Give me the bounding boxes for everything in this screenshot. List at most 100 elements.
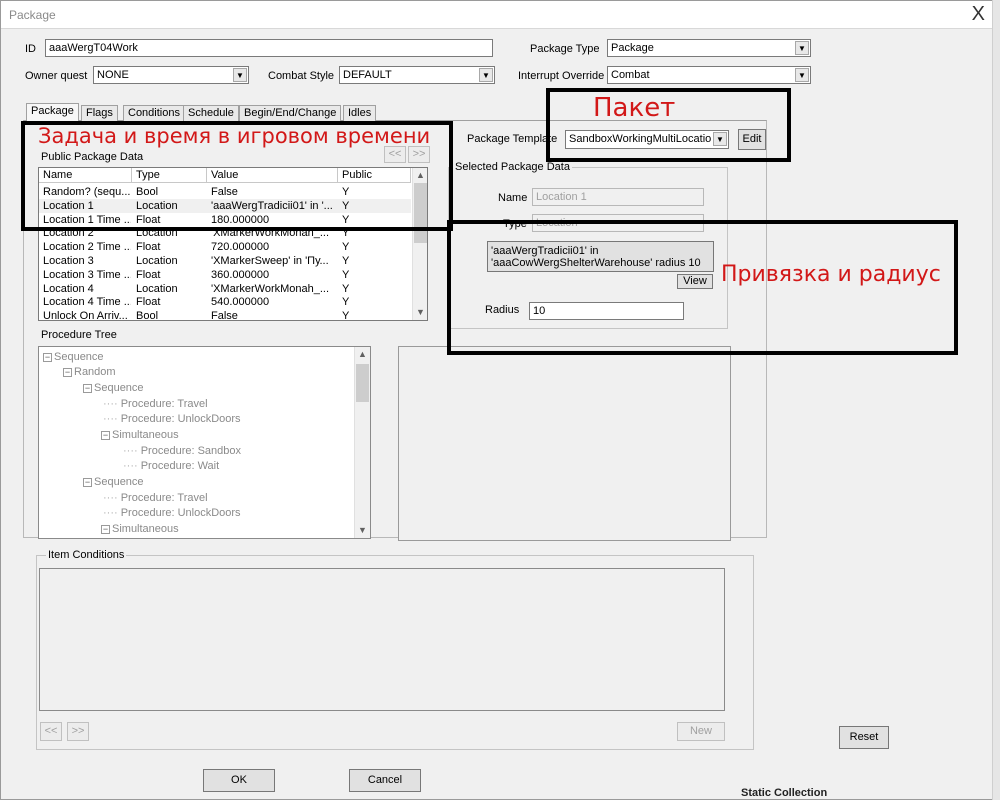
item-conditions-title: Item Conditions: [46, 549, 127, 561]
table-cell: Location: [136, 282, 178, 295]
table-row[interactable]: Location 3 Location 'XMarkerSweep' in 'Пу.…: [39, 254, 411, 268]
table-cell: 'XMarkerSweep' in 'Пу...: [211, 255, 329, 267]
interrupt-override-label: Interrupt Override: [518, 70, 605, 82]
scroll-down-icon[interactable]: ▼: [413, 305, 427, 319]
name-field[interactable]: Location 1: [532, 188, 704, 206]
title-bar: Package X: [1, 1, 997, 29]
collapse-icon[interactable]: −: [83, 383, 92, 393]
chevron-down-icon[interactable]: ▼: [233, 68, 247, 82]
table-cell: 540.000000: [211, 296, 270, 309]
table-cell: Location: [136, 255, 178, 267]
collapse-icon[interactable]: −: [43, 352, 52, 362]
combat-style-select[interactable]: DEFAULT ▼: [339, 66, 495, 84]
table-cell: 360.000000: [211, 268, 270, 281]
tab-idles[interactable]: Idles: [343, 105, 377, 121]
interrupt-override-value: Combat: [611, 69, 650, 81]
tree-node[interactable]: − Sequence: [83, 381, 144, 395]
table-cell: False: [211, 310, 238, 321]
chevron-down-icon[interactable]: ▼: [795, 41, 809, 55]
combat-style-value: DEFAULT: [343, 69, 392, 81]
table-cell: Y: [342, 296, 350, 309]
package-type-value: Package: [611, 42, 654, 54]
item-conditions-list[interactable]: [39, 568, 725, 711]
annotation-task-time: Задача и время в игровом времени: [38, 124, 431, 148]
tab-schedule[interactable]: Schedule: [183, 105, 239, 121]
selected-data-title: Selected Package Data: [453, 161, 572, 173]
table-cell: Float: [136, 268, 161, 281]
tree-node[interactable]: − Simultaneous: [101, 522, 179, 536]
scroll-down-icon[interactable]: ▼: [355, 523, 370, 537]
table-cell: Y: [342, 282, 350, 295]
annotation-package: Пакет: [593, 93, 676, 123]
tab-package[interactable]: Package: [26, 103, 79, 122]
table-cell: Bool: [136, 310, 159, 321]
new-condition-button[interactable]: New: [677, 722, 725, 741]
window-title: Package: [9, 8, 56, 22]
owner-quest-value: NONE: [97, 69, 129, 81]
package-dialog: Package X ID aaaWergT04Work Package Type…: [0, 0, 998, 800]
tab-flags[interactable]: Flags: [81, 105, 118, 121]
procedure-detail-panel: [398, 346, 731, 541]
collapse-icon[interactable]: −: [101, 430, 110, 440]
tree-node[interactable]: ···· Procedure: Sandbox: [123, 444, 241, 458]
table-cell: Location 3: [43, 255, 94, 267]
chevron-down-icon[interactable]: ▼: [795, 68, 809, 82]
table-cell: Unlock On Arriv...: [43, 310, 128, 321]
table-cell: Location 4: [43, 282, 94, 295]
table-row[interactable]: Location 2 Time ... Float 720.000000 Y: [39, 240, 411, 254]
scroll-thumb[interactable]: [356, 364, 369, 402]
package-template-label: Package Template: [467, 133, 558, 145]
package-type-label: Package Type: [530, 43, 600, 55]
table-row[interactable]: Location 3 Time ... Float 360.000000 Y: [39, 268, 411, 282]
close-button[interactable]: X: [972, 3, 985, 25]
package-type-select[interactable]: Package ▼: [607, 39, 811, 57]
table-cell: Y: [342, 241, 350, 254]
id-field[interactable]: aaaWergT04Work: [45, 39, 493, 57]
tree-node[interactable]: ···· Procedure: UnlockDoors: [103, 506, 241, 520]
table-cell: Location 2 Time ...: [43, 241, 131, 254]
table-row[interactable]: Location 4 Location 'XMarkerWorkMonah_... Y: [39, 282, 411, 296]
procedure-tree-title: Procedure Tree: [41, 329, 117, 341]
procedure-tree[interactable]: − Sequence − Random − Sequence ···· Procedu…: [38, 346, 371, 539]
background-window-text: Static Collection: [741, 787, 828, 799]
tab-begin-end-change[interactable]: Begin/End/Change: [239, 105, 342, 121]
table-row[interactable]: Unlock On Arriv... Bool False Y: [39, 309, 411, 321]
id-label: ID: [25, 43, 36, 55]
interrupt-override-select[interactable]: Combat ▼: [607, 66, 811, 84]
table-cell: Y: [342, 268, 350, 281]
table-cell: Y: [342, 255, 350, 267]
tree-node[interactable]: ···· Procedure: Travel: [103, 491, 208, 505]
annotation-binding-radius: Привязка и радиус: [721, 262, 941, 287]
table-cell: Float: [136, 241, 161, 254]
collapse-icon[interactable]: −: [63, 367, 72, 377]
collapse-icon[interactable]: −: [83, 477, 92, 487]
ok-button[interactable]: OK: [203, 769, 275, 792]
name-label: Name: [498, 192, 528, 204]
tree-node[interactable]: − Sequence: [83, 475, 144, 489]
item-prev-button[interactable]: <<: [40, 722, 62, 741]
table-cell: Float: [136, 296, 161, 309]
tab-conditions[interactable]: Conditions: [123, 105, 185, 121]
tree-scrollbar[interactable]: ▲ ▼: [354, 347, 370, 538]
scroll-up-icon[interactable]: ▲: [355, 347, 370, 361]
cancel-button[interactable]: Cancel: [349, 769, 421, 792]
owner-quest-label: Owner quest: [25, 70, 88, 82]
table-cell: Location 4 Time ...: [43, 296, 131, 309]
chevron-down-icon[interactable]: ▼: [479, 68, 493, 82]
table-cell: Location 3 Time ...: [43, 268, 131, 281]
table-row[interactable]: Location 4 Time ... Float 540.000000 Y: [39, 295, 411, 309]
table-cell: Y: [342, 310, 350, 321]
table-cell: 720.000000: [211, 241, 270, 254]
tree-node[interactable]: − Sequence: [43, 350, 104, 364]
background-window-edge: [992, 0, 1000, 800]
tree-node[interactable]: − Random: [63, 365, 116, 379]
owner-quest-select[interactable]: NONE ▼: [93, 66, 249, 84]
reset-button[interactable]: Reset: [839, 726, 889, 749]
item-next-button[interactable]: >>: [67, 722, 89, 741]
tree-node[interactable]: − Simultaneous: [101, 428, 179, 442]
tree-node[interactable]: ···· Procedure: Travel: [103, 397, 208, 411]
tree-node[interactable]: ···· Procedure: Wait: [123, 459, 219, 473]
tree-node[interactable]: ···· Procedure: UnlockDoors: [103, 412, 241, 426]
collapse-icon[interactable]: −: [101, 524, 110, 534]
annotation-box-binding: [447, 220, 958, 355]
